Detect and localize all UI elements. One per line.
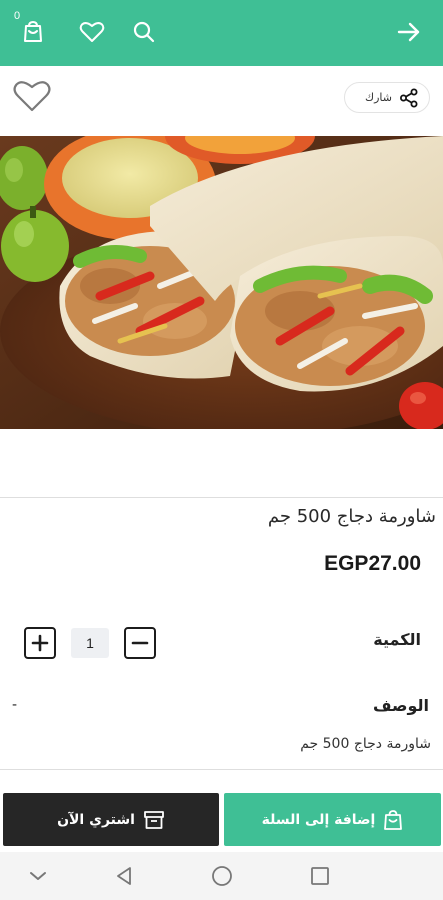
quantity-value[interactable]: 1 — [71, 628, 109, 658]
product-action-row: شارك — [0, 66, 443, 136]
minus-icon — [131, 641, 149, 645]
add-to-cart-button[interactable]: إضافة إلى السلة — [224, 793, 441, 846]
system-nav-bar — [0, 852, 443, 900]
product-image — [0, 136, 443, 429]
recents-square-icon[interactable] — [308, 864, 332, 888]
description-text: شاورمة دجاج 500 جم — [300, 736, 431, 752]
plus-icon — [31, 634, 49, 652]
divider — [0, 769, 443, 770]
home-circle-icon[interactable] — [210, 864, 234, 888]
top-app-bar: 0 — [0, 0, 443, 66]
back-triangle-icon[interactable] — [112, 864, 136, 888]
archive-box-icon — [144, 810, 164, 829]
share-icon — [400, 88, 418, 107]
description-dash: - — [12, 697, 18, 713]
divider — [0, 497, 443, 498]
search-icon[interactable] — [129, 17, 159, 47]
favorite-icon[interactable] — [12, 78, 52, 114]
arrow-right-icon[interactable] — [394, 17, 424, 47]
share-label: شارك — [365, 91, 392, 104]
share-button[interactable]: شارك — [344, 82, 430, 113]
buy-now-label: اشتري الآن — [57, 811, 135, 828]
product-price: EGP27.00 — [324, 552, 421, 575]
buy-now-button[interactable]: اشتري الآن — [3, 793, 219, 846]
chevron-down-icon[interactable] — [26, 864, 50, 888]
quantity-label: الكمية — [373, 630, 421, 649]
product-title: شاورمة دجاج 500 جم — [267, 506, 436, 527]
increase-quantity-button[interactable] — [24, 627, 56, 659]
add-to-cart-label: إضافة إلى السلة — [261, 811, 376, 828]
decrease-quantity-button[interactable] — [124, 627, 156, 659]
description-label: الوصف — [372, 696, 429, 715]
heart-icon[interactable] — [77, 17, 107, 47]
cart-icon — [384, 809, 403, 830]
cart-icon[interactable] — [18, 17, 48, 47]
